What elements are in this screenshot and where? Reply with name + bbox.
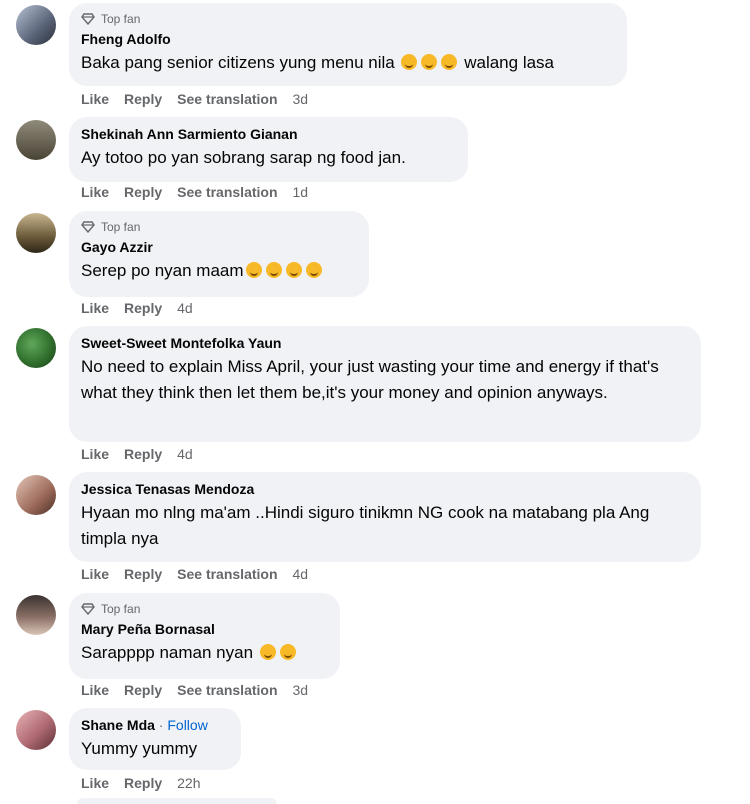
reply-button[interactable]: Reply	[124, 566, 162, 582]
comment-author-line: Shane Mda · Follow	[81, 716, 229, 734]
top-fan-badge: Top fan	[81, 11, 615, 27]
reply-button[interactable]: Reply	[124, 775, 162, 791]
comment-author[interactable]: Fheng Adolfo	[81, 30, 615, 48]
tongue-emoji	[285, 262, 302, 278]
comment-bubble: Shane Mda · Follow Yummy yummy	[69, 708, 241, 770]
top-fan-label: Top fan	[101, 12, 141, 26]
comment-actions: Like Reply 4d	[81, 446, 208, 462]
see-translation-button[interactable]: See translation	[177, 184, 277, 200]
comment-text: No need to explain Miss April, your just…	[81, 357, 659, 402]
comment-actions: Like Reply See translation 4d	[81, 566, 323, 582]
comment-bubble: Top fan Fheng Adolfo Baka pang senior ci…	[69, 3, 627, 86]
avatar[interactable]	[16, 213, 56, 253]
like-button[interactable]: Like	[81, 775, 109, 791]
tongue-emoji	[265, 262, 282, 278]
like-button[interactable]: Like	[81, 682, 109, 698]
reply-button[interactable]: Reply	[124, 300, 162, 316]
comment-bubble: Shekinah Ann Sarmiento Gianan Ay totoo p…	[69, 117, 468, 182]
comment-text: Baka pang senior citizens yung menu nila…	[81, 53, 554, 72]
comment-time[interactable]: 4d	[177, 446, 193, 462]
top-fan-label: Top fan	[101, 602, 141, 616]
reply-button[interactable]: Reply	[124, 446, 162, 462]
see-translation-button[interactable]: See translation	[177, 91, 277, 107]
comment-actions: Like Reply See translation 3d	[81, 682, 323, 698]
top-fan-label: Top fan	[101, 220, 141, 234]
comment-time[interactable]: 1d	[293, 184, 309, 200]
smiling-emoji-group	[258, 643, 298, 662]
comment-time[interactable]: 3d	[293, 91, 309, 107]
diamond-icon	[81, 603, 95, 615]
laughing-emoji	[421, 54, 438, 70]
top-fan-badge: Top fan	[81, 219, 357, 235]
tongue-emoji-group	[244, 261, 324, 280]
comment-author[interactable]: Shane Mda	[81, 717, 155, 733]
comment-text: Sarapppp naman nyan	[81, 640, 328, 666]
comment-actions: Like Reply See translation 3d	[81, 91, 323, 107]
tongue-emoji	[245, 262, 262, 278]
follow-button[interactable]: Follow	[167, 717, 207, 733]
comment-text: Serep po nyan maam	[81, 258, 357, 284]
top-fan-badge: Top fan	[81, 601, 328, 617]
diamond-icon	[81, 221, 95, 233]
comment-author[interactable]: Mary Peña Bornasal	[81, 620, 328, 638]
comment-author[interactable]: Gayo Azzir	[81, 238, 357, 256]
comment-bubble: Jessica Tenasas Mendoza Hyaan mo nlng ma…	[69, 472, 701, 562]
like-button[interactable]: Like	[81, 566, 109, 582]
like-button[interactable]: Like	[81, 184, 109, 200]
avatar[interactable]	[16, 475, 56, 515]
laughing-emoji-group	[399, 53, 459, 72]
comment-time[interactable]: 22h	[177, 775, 200, 791]
comment-actions: Like Reply 4d	[81, 300, 208, 316]
comment-bubble: Top fan Mary Peña Bornasal Sarapppp nama…	[69, 593, 340, 679]
avatar[interactable]	[16, 710, 56, 750]
comment-time[interactable]: 4d	[293, 566, 309, 582]
reply-button[interactable]: Reply	[124, 184, 162, 200]
comment-author[interactable]: Shekinah Ann Sarmiento Gianan	[81, 125, 456, 143]
like-button[interactable]: Like	[81, 91, 109, 107]
comment-actions: Like Reply See translation 1d	[81, 184, 323, 200]
see-translation-button[interactable]: See translation	[177, 566, 277, 582]
laughing-emoji	[441, 54, 458, 70]
like-button[interactable]: Like	[81, 300, 109, 316]
comment-time[interactable]: 3d	[293, 682, 309, 698]
comment-text: Yummy yummy	[81, 739, 198, 758]
avatar[interactable]	[16, 5, 56, 45]
tongue-emoji	[305, 262, 322, 278]
comment-text: Hyaan mo nlng ma'am ..Hindi siguro tinik…	[81, 503, 650, 548]
diamond-icon	[81, 13, 95, 25]
smiling-emoji	[259, 644, 276, 660]
laughing-emoji	[401, 54, 418, 70]
comment-author[interactable]: Sweet-Sweet Montefolka Yaun	[81, 334, 689, 352]
comment-actions: Like Reply 22h	[81, 775, 216, 791]
next-comment-bubble	[77, 798, 277, 804]
see-translation-button[interactable]: See translation	[177, 682, 277, 698]
comment-bubble: Top fan Gayo Azzir Serep po nyan maam	[69, 211, 369, 297]
reply-button[interactable]: Reply	[124, 682, 162, 698]
avatar[interactable]	[16, 328, 56, 368]
comment-text: Ay totoo po yan sobrang sarap ng food ja…	[81, 148, 406, 167]
comment-author[interactable]: Jessica Tenasas Mendoza	[81, 480, 689, 498]
smiling-emoji	[279, 644, 296, 660]
like-button[interactable]: Like	[81, 446, 109, 462]
avatar[interactable]	[16, 120, 56, 160]
comment-time[interactable]: 4d	[177, 300, 193, 316]
comment-bubble: Sweet-Sweet Montefolka Yaun No need to e…	[69, 326, 701, 442]
avatar[interactable]	[16, 595, 56, 635]
reply-button[interactable]: Reply	[124, 91, 162, 107]
separator-dot: ·	[154, 717, 168, 733]
